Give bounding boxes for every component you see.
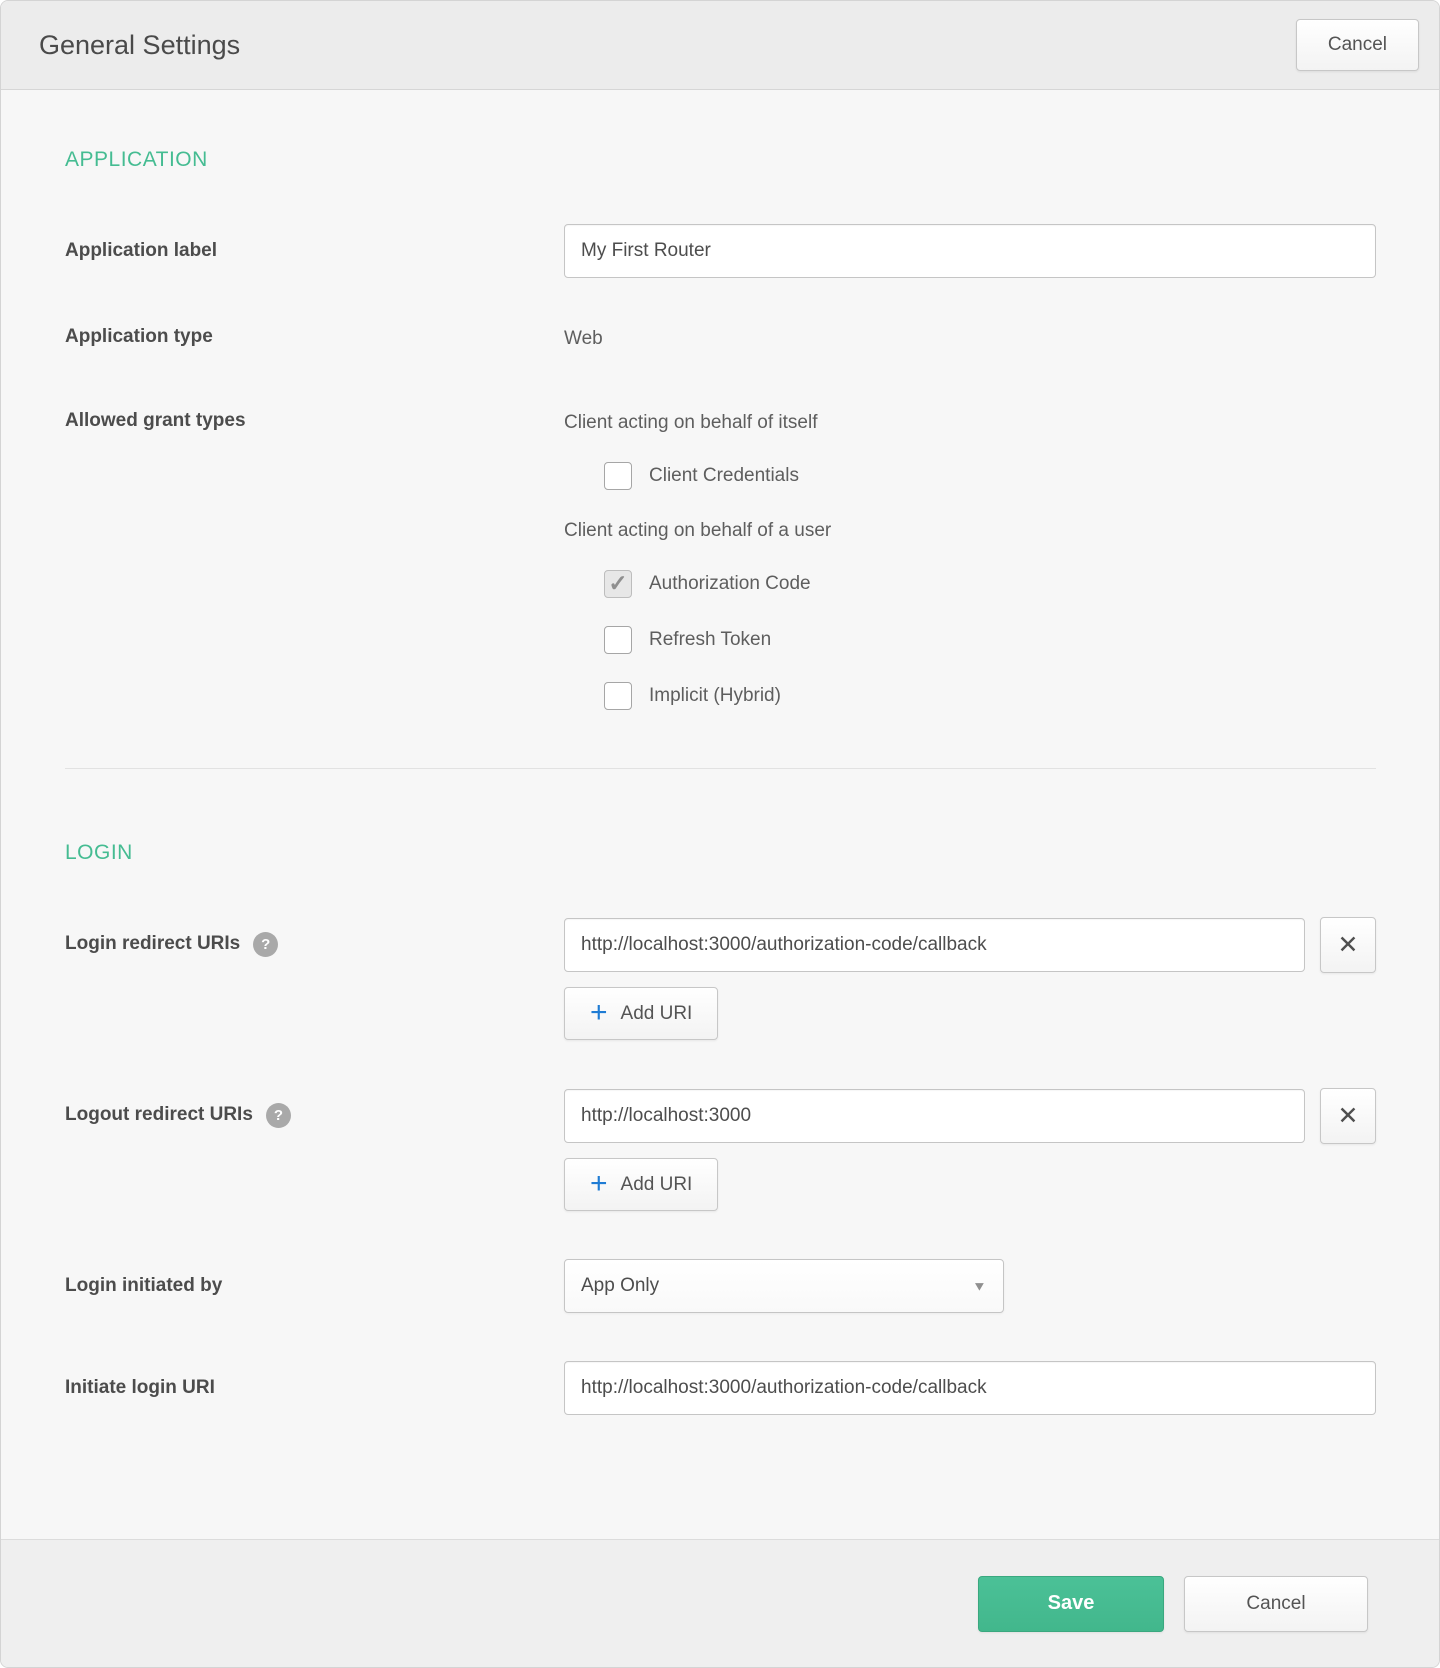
chevron-down-icon: ▼ [972,1279,987,1294]
implicit-hybrid-check-row: ✓ Implicit (Hybrid) [604,682,1376,710]
panel-header: General Settings Cancel [1,1,1439,90]
help-icon[interactable]: ? [266,1103,291,1128]
refresh-token-label: Refresh Token [649,629,771,651]
initiate-login-uri-row: Initiate login URI [65,1361,1376,1415]
login-initiated-by-select[interactable]: App Only ▼ [564,1259,1004,1313]
panel-body: APPLICATION Application label Applicatio… [1,90,1439,1539]
plus-icon: + [590,998,608,1028]
application-type-label: Application type [65,326,564,348]
client-credentials-label: Client Credentials [649,465,799,487]
allowed-grant-types-label: Allowed grant types [65,410,564,432]
application-section-heading: APPLICATION [65,148,1376,172]
allowed-grant-types-row: Allowed grant types Client acting on beh… [65,410,1376,710]
login-redirect-uri-input[interactable] [564,918,1305,972]
application-type-value: Web [564,328,603,349]
authorization-code-label: Authorization Code [649,573,811,595]
login-initiated-by-row: Login initiated by App Only ▼ [65,1259,1376,1313]
authorization-code-check-row: ✓ Authorization Code [604,570,1376,598]
footer-cancel-button[interactable]: Cancel [1184,1576,1368,1632]
close-icon: ✕ [1338,1101,1359,1131]
implicit-hybrid-label: Implicit (Hybrid) [649,685,781,707]
section-divider [65,768,1376,769]
logout-redirect-row: Logout redirect URIs ? ✕ + Add URI [65,1088,1376,1211]
close-icon: ✕ [1338,930,1359,960]
panel-footer: Save Cancel [1,1539,1439,1667]
authorization-code-checkbox: ✓ [604,570,632,598]
refresh-token-check-row: ✓ Refresh Token [604,626,1376,654]
initiate-login-uri-label: Initiate login URI [65,1361,564,1415]
login-redirect-label: Login redirect URIs ? [65,917,564,971]
refresh-token-checkbox[interactable]: ✓ [604,626,632,654]
application-type-row: Application type Web [65,326,1376,352]
grant-group-user-caption: Client acting on behalf of a user [564,518,1376,544]
help-icon[interactable]: ? [253,932,278,957]
login-initiated-by-label: Login initiated by [65,1259,564,1313]
application-label-label: Application label [65,224,564,278]
implicit-hybrid-checkbox[interactable]: ✓ [604,682,632,710]
add-login-redirect-uri-button[interactable]: + Add URI [564,987,718,1040]
add-uri-label: Add URI [621,1003,693,1025]
logout-redirect-label: Logout redirect URIs ? [65,1088,564,1142]
application-label-row: Application label [65,224,1376,278]
initiate-login-uri-input[interactable] [564,1361,1376,1415]
login-initiated-by-value: App Only [581,1275,659,1297]
login-redirect-row: Login redirect URIs ? ✕ + Add URI [65,917,1376,1040]
remove-login-redirect-uri-button[interactable]: ✕ [1320,917,1376,973]
application-label-input[interactable] [564,224,1376,278]
check-icon: ✓ [608,572,627,595]
add-logout-redirect-uri-button[interactable]: + Add URI [564,1158,718,1211]
client-credentials-checkbox[interactable]: ✓ [604,462,632,490]
login-section-heading: LOGIN [65,841,1376,865]
page-title: General Settings [39,30,240,61]
remove-logout-redirect-uri-button[interactable]: ✕ [1320,1088,1376,1144]
plus-icon: + [590,1169,608,1199]
grant-group-self-caption: Client acting on behalf of itself [564,410,1376,436]
client-credentials-check-row: ✓ Client Credentials [604,462,1376,490]
add-uri-label: Add URI [621,1174,693,1196]
header-cancel-button[interactable]: Cancel [1296,19,1419,71]
save-button[interactable]: Save [978,1576,1164,1632]
general-settings-panel: General Settings Cancel APPLICATION Appl… [0,0,1440,1668]
logout-redirect-uri-input[interactable] [564,1089,1305,1143]
